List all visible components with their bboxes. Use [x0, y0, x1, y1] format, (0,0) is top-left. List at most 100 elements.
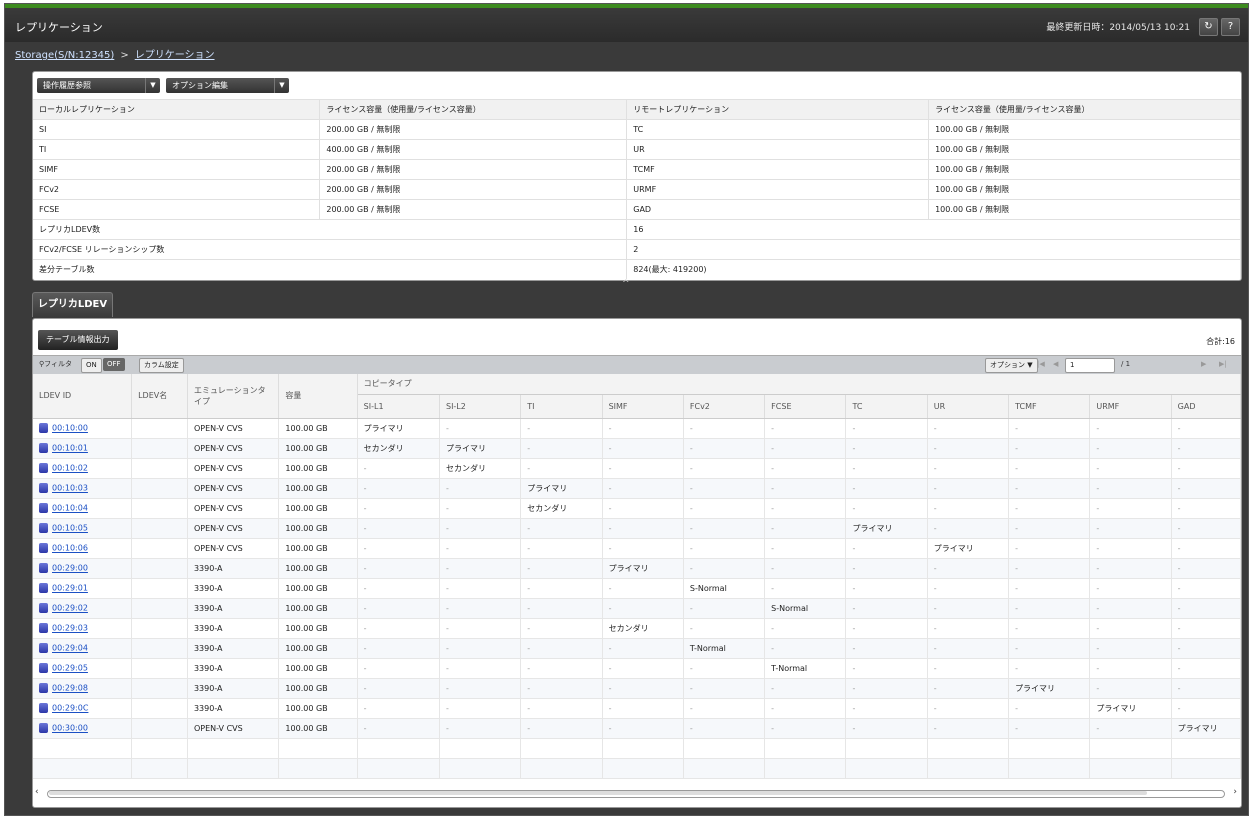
last-page-icon[interactable]: ▶| — [1215, 358, 1231, 371]
scroll-left-icon[interactable]: ‹ — [35, 787, 39, 797]
options-dropdown[interactable]: オプション ▼ — [985, 358, 1038, 373]
ldev-id-link[interactable]: 00:30:00 — [52, 724, 88, 733]
ldev-id-link[interactable]: 00:10:06 — [52, 544, 88, 553]
ldev-icon — [39, 623, 48, 633]
ldev-id-link[interactable]: 00:29:03 — [52, 624, 88, 633]
ldev-id-link[interactable]: 00:10:05 — [52, 524, 88, 533]
cell-copy-type: - — [1008, 498, 1091, 519]
table-row[interactable]: 00:10:03 OPEN-V CVS 100.00 GB - - プライマリ - - - - - -… — [33, 478, 1241, 499]
export-table-button[interactable]: テーブル情報出力 — [38, 330, 118, 350]
cell-emulation: 3390-A — [187, 698, 280, 719]
summary-cell: 100.00 GB / 無制限 — [928, 199, 1241, 220]
col-copy-type-item[interactable]: SI-L1 — [357, 394, 440, 419]
option-edit-label: オプション編集 — [172, 81, 228, 90]
cell-copy-type: - — [520, 658, 603, 679]
table-row[interactable]: 00:30:00 OPEN-V CVS 100.00 GB - - - - - - - - - - プライ… — [33, 718, 1241, 739]
table-row[interactable]: 00:29:01 3390-A 100.00 GB - - - - S-Normal - - - - -… — [33, 578, 1241, 599]
summary-cell: SI — [33, 119, 321, 140]
ldev-icon — [39, 563, 48, 573]
table-row[interactable]: 00:10:02 OPEN-V CVS 100.00 GB - セカンダリ - - - - - - -… — [33, 458, 1241, 479]
last-updated: 最終更新日時：2014/05/13 10:21 — [1046, 23, 1190, 33]
ldev-id-link[interactable]: 00:29:08 — [52, 684, 88, 693]
cell-copy-type: - — [520, 718, 603, 739]
col-emulation[interactable]: エミュレーションタイプ — [187, 374, 280, 419]
filter-off-button[interactable]: OFF — [103, 358, 125, 371]
cell-copy-type: - — [927, 418, 1010, 439]
cell-copy-type: - — [1008, 718, 1091, 739]
col-capacity[interactable]: 容量 — [278, 374, 358, 419]
help-button[interactable]: ? — [1221, 18, 1240, 36]
table-row[interactable]: 00:29:08 3390-A 100.00 GB - - - - - - - - プライマリ - - — [33, 678, 1241, 699]
table-row[interactable]: 00:10:00 OPEN-V CVS 100.00 GB プライマリ - - - - - - - -… — [33, 418, 1241, 439]
col-copy-type-item[interactable]: FCSE — [764, 394, 847, 419]
col-ldev-name[interactable]: LDEV名 — [131, 374, 188, 419]
ldev-id-link[interactable]: 00:10:02 — [52, 464, 88, 473]
col-copy-type-item[interactable]: TI — [520, 394, 603, 419]
col-copy-type-item[interactable]: TCMF — [1008, 394, 1091, 419]
refresh-icon[interactable]: ↻ — [1199, 18, 1218, 36]
cell-emulation: OPEN-V CVS — [187, 538, 280, 559]
horizontal-scrollbar[interactable]: ‹ › — [35, 787, 1237, 799]
col-copy-type-item[interactable]: UR — [927, 394, 1010, 419]
cell-copy-type: - — [1008, 458, 1091, 479]
table-row[interactable]: 00:29:04 3390-A 100.00 GB - - - - T-Normal - - - - -… — [33, 638, 1241, 659]
cell-copy-type: - — [357, 458, 440, 479]
col-copy-type-item[interactable]: TC — [845, 394, 928, 419]
summary-header-row: ローカルレプリケーション ライセンス容量（使用量/ライセンス容量） リモートレプリケ… — [33, 99, 1241, 120]
ldev-id-link[interactable]: 00:29:01 — [52, 584, 88, 593]
ldev-id-link[interactable]: 00:29:05 — [52, 664, 88, 673]
cell-capacity: 100.00 GB — [278, 558, 358, 579]
col-copy-type-item[interactable]: SIMF — [602, 394, 684, 419]
filter-on-button[interactable]: ON — [81, 358, 102, 373]
summary-stat-label: 差分テーブル数 — [33, 259, 628, 279]
table-row[interactable]: 00:10:04 OPEN-V CVS 100.00 GB - - セカンダリ - - - - - -… — [33, 498, 1241, 519]
next-page-icon[interactable]: ▶ — [1197, 358, 1210, 371]
col-copy-type-item[interactable]: FCv2 — [683, 394, 766, 419]
table-row[interactable]: 00:29:05 3390-A 100.00 GB - - - - - T-Normal - - - -… — [33, 658, 1241, 679]
prev-page-icon[interactable]: ◀ — [1049, 358, 1062, 371]
ldev-id-link[interactable]: 00:29:00 — [52, 564, 88, 573]
collapse-icon[interactable]: ^ — [622, 279, 630, 289]
table-row[interactable]: 00:10:06 OPEN-V CVS 100.00 GB - - - - - - - プライマリ -… — [33, 538, 1241, 559]
page-input[interactable]: 1 — [1065, 358, 1115, 373]
history-dropdown[interactable]: 操作履歴参照 ▼ — [37, 78, 160, 93]
ldev-id-link[interactable]: 00:29:02 — [52, 604, 88, 613]
ldev-id-link[interactable]: 00:10:00 — [52, 424, 88, 433]
breadcrumb-storage[interactable]: Storage(S/N:12345) — [15, 50, 114, 61]
col-ldev-id[interactable]: LDEV ID — [33, 374, 133, 419]
table-row[interactable]: 00:29:02 3390-A 100.00 GB - - - - - S-Normal - - - -… — [33, 598, 1241, 619]
ldev-id-link[interactable]: 00:29:0C — [52, 704, 88, 713]
table-row[interactable]: 00:29:00 3390-A 100.00 GB - - - プライマリ - - - - - - - — [33, 558, 1241, 579]
cell-copy-type: - — [1171, 598, 1241, 619]
cell-copy-type: - — [1171, 478, 1241, 499]
tab-replica-ldev[interactable]: レプリカLDEV — [32, 292, 113, 317]
scroll-right-icon[interactable]: › — [1233, 787, 1237, 797]
scroll-thumb[interactable] — [49, 791, 1147, 795]
column-settings-button[interactable]: カラム設定 — [139, 358, 184, 373]
table-row[interactable]: 00:10:05 OPEN-V CVS 100.00 GB - - - - - - プライマリ - -… — [33, 518, 1241, 539]
cell-ldev-name — [131, 718, 188, 739]
breadcrumb-current[interactable]: レプリケーション — [135, 50, 215, 61]
cell-copy-type: - — [602, 498, 684, 519]
table-row[interactable]: 00:10:01 OPEN-V CVS 100.00 GB セカンダリ プライマリ - - -… — [33, 438, 1241, 459]
summary-cell: FCv2 — [33, 179, 321, 200]
table-row[interactable]: 00:29:0C 3390-A 100.00 GB - - - - - - - - - プライマリ - — [33, 698, 1241, 719]
ldev-id-link[interactable]: 00:10:04 — [52, 504, 88, 513]
ldev-id-link[interactable]: 00:29:04 — [52, 644, 88, 653]
empty-cell — [1008, 758, 1091, 779]
ldev-id-link[interactable]: 00:10:03 — [52, 484, 88, 493]
col-copy-type-item[interactable]: URMF — [1089, 394, 1172, 419]
cell-copy-type: - — [602, 518, 684, 539]
option-edit-dropdown[interactable]: オプション編集 ▼ — [166, 78, 289, 93]
empty-cell — [131, 758, 188, 779]
ldev-id-link[interactable]: 00:10:01 — [52, 444, 88, 453]
cell-copy-type: - — [683, 678, 766, 699]
summary-stat-label: レプリカLDEV数 — [33, 219, 628, 240]
first-page-icon[interactable]: |◀ — [1033, 358, 1049, 371]
col-copy-type-item[interactable]: GAD — [1171, 394, 1241, 419]
table-row[interactable]: 00:29:03 3390-A 100.00 GB - - - セカンダリ - - - - - - - — [33, 618, 1241, 639]
cell-copy-type: - — [357, 638, 440, 659]
empty-cell — [33, 738, 133, 759]
chevron-down-icon: ▼ — [145, 78, 160, 93]
col-copy-type-item[interactable]: SI-L2 — [439, 394, 522, 419]
